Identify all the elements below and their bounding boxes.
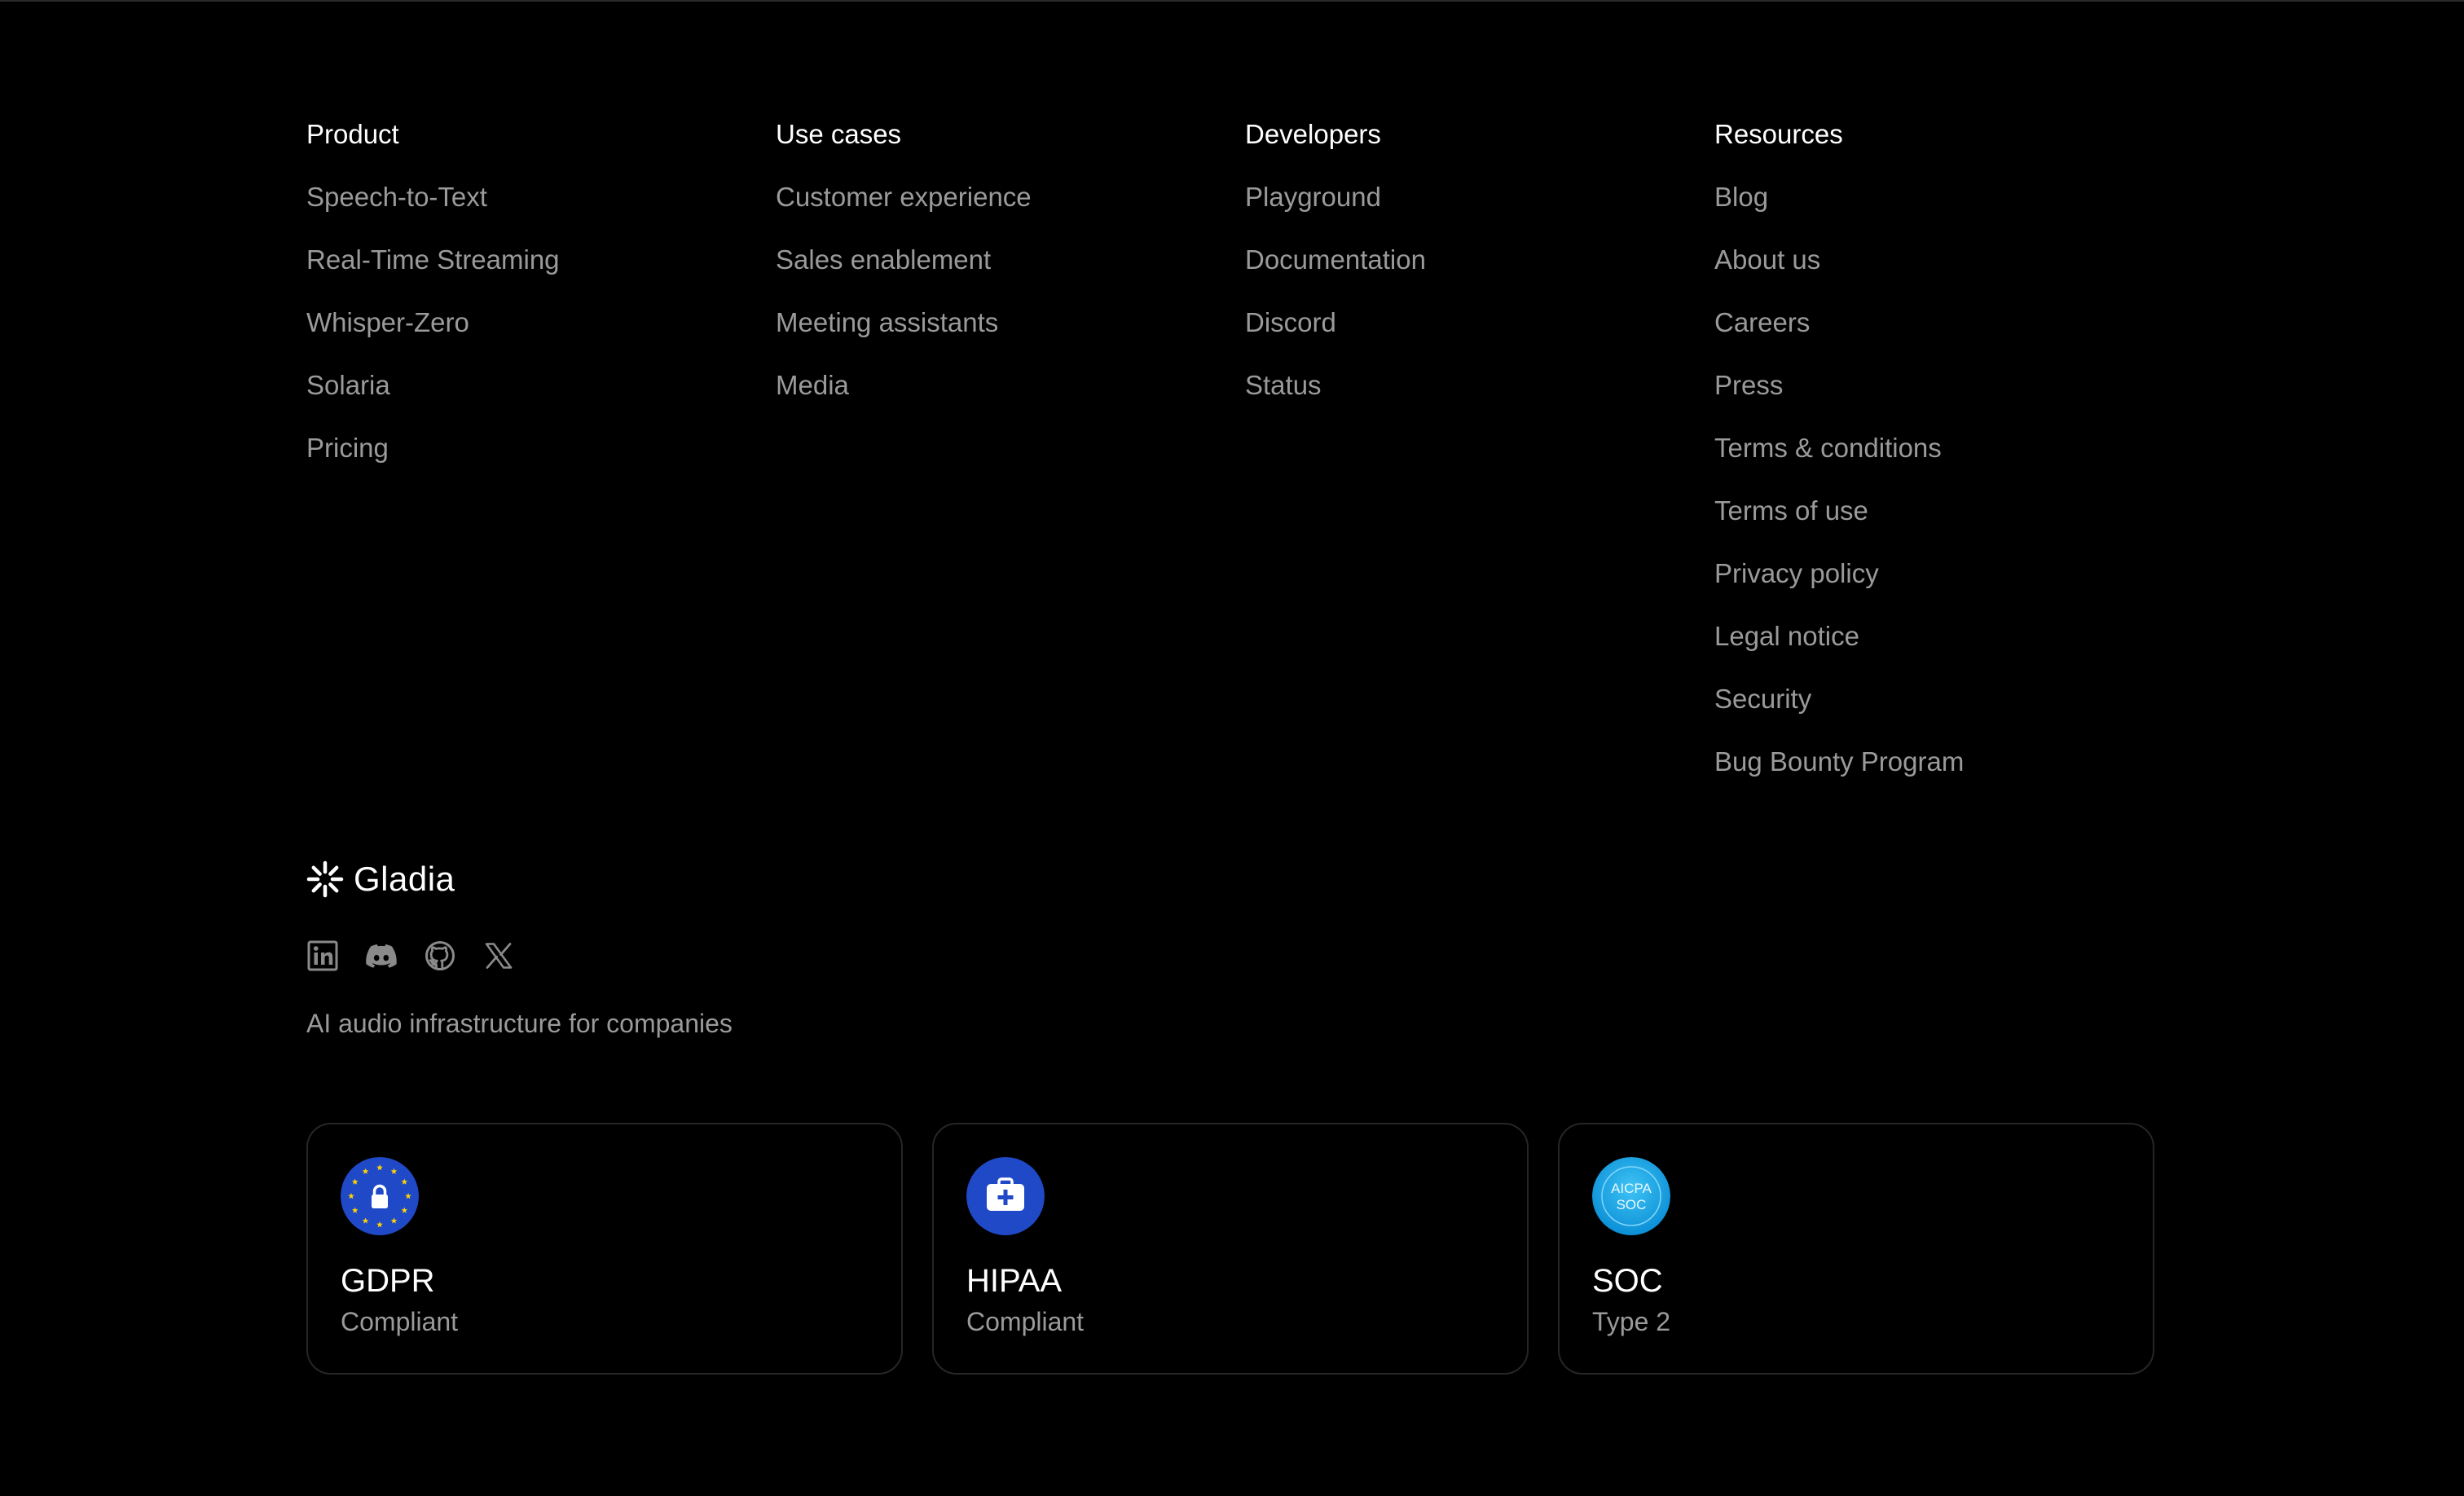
footer-link[interactable]: Terms & conditions <box>1714 432 2171 464</box>
company-tagline: AI audio infrastructure for companies <box>306 1009 733 1038</box>
footer-link[interactable]: Discord <box>1245 306 1701 339</box>
x-twitter-link[interactable] <box>482 939 515 972</box>
footer-link[interactable]: Speech-to-Text <box>306 181 763 213</box>
footer-link[interactable]: Press <box>1714 369 2171 402</box>
badge-title: GDPR <box>341 1263 435 1299</box>
badge-title: HIPAA <box>966 1263 1063 1299</box>
hipaa-medical-kit-icon <box>966 1157 1045 1235</box>
footer-link[interactable]: Real-Time Streaming <box>306 244 763 276</box>
badge-subtitle: Compliant <box>966 1307 1085 1336</box>
column-heading: Developers <box>1245 119 1381 149</box>
discord-link[interactable] <box>365 939 398 972</box>
badge-subtitle: Compliant <box>341 1307 459 1336</box>
compliance-badges: GDPR Compliant HIPAA Compliant AICPA SOC… <box>306 1123 2158 1378</box>
footer-link[interactable]: Blog <box>1714 181 2171 213</box>
aicpa-soc-icon: AICPA SOC <box>1592 1157 1670 1235</box>
brand-logo[interactable]: Gladia <box>306 857 455 901</box>
aicpa-label: AICPA <box>1611 1181 1652 1196</box>
discord-icon <box>366 944 397 968</box>
footer-link[interactable]: Documentation <box>1245 244 1701 276</box>
footer-link[interactable]: Solaria <box>306 369 763 402</box>
soc-label: SOC <box>1617 1197 1647 1212</box>
footer-column-use-cases: Use cases Customer experience Sales enab… <box>776 118 1232 432</box>
footer-link[interactable]: Meeting assistants <box>776 306 1232 339</box>
footer-link[interactable]: About us <box>1714 244 2171 276</box>
footer-link[interactable]: Whisper-Zero <box>306 306 763 339</box>
link-list: Customer experience Sales enablement Mee… <box>776 181 1232 402</box>
footer-link[interactable]: Playground <box>1245 181 1701 213</box>
footer-link[interactable]: Security <box>1714 683 2171 715</box>
column-heading: Use cases <box>776 119 902 149</box>
footer-link[interactable]: Sales enablement <box>776 244 1232 276</box>
footer-link[interactable]: Careers <box>1714 306 2171 339</box>
github-link[interactable] <box>424 939 456 972</box>
link-list: Speech-to-Text Real-Time Streaming Whisp… <box>306 181 763 464</box>
x-icon <box>485 943 513 969</box>
footer-link[interactable]: Privacy policy <box>1714 557 2171 590</box>
footer-link-columns: Product Speech-to-Text Real-Time Streami… <box>306 118 2158 786</box>
column-heading: Resources <box>1714 119 1843 149</box>
footer-column-product: Product Speech-to-Text Real-Time Streami… <box>306 118 763 495</box>
badge-title: SOC <box>1592 1263 1663 1299</box>
social-links <box>306 939 541 972</box>
footer-column-developers: Developers Playground Documentation Disc… <box>1245 118 1701 432</box>
top-divider <box>0 0 2464 2</box>
footer-link[interactable]: Customer experience <box>776 181 1232 213</box>
column-heading: Product <box>306 119 399 149</box>
gladia-logo-mark-icon <box>306 860 344 898</box>
link-list: Playground Documentation Discord Status <box>1245 181 1701 402</box>
footer-link[interactable]: Media <box>776 369 1232 402</box>
footer-link[interactable]: Status <box>1245 369 1701 402</box>
footer-link[interactable]: Terms of use <box>1714 495 2171 527</box>
brand-name: Gladia <box>354 860 455 898</box>
footer-link[interactable]: Bug Bounty Program <box>1714 746 2171 778</box>
linkedin-icon <box>307 940 338 971</box>
github-icon <box>425 941 455 970</box>
badge-subtitle: Type 2 <box>1592 1307 1671 1336</box>
footer-link[interactable]: Legal notice <box>1714 620 2171 653</box>
footer-link[interactable]: Pricing <box>306 432 763 464</box>
badge-card-soc: AICPA SOC SOC Type 2 <box>1558 1123 2154 1375</box>
gdpr-eu-stars-icon <box>341 1157 419 1235</box>
badge-card-gdpr: GDPR Compliant <box>306 1123 903 1375</box>
link-list: Blog About us Careers Press Terms & cond… <box>1714 181 2171 778</box>
linkedin-link[interactable] <box>306 939 339 972</box>
badge-card-hipaa: HIPAA Compliant <box>932 1123 1529 1375</box>
footer-column-resources: Resources Blog About us Careers Press Te… <box>1714 118 2171 808</box>
